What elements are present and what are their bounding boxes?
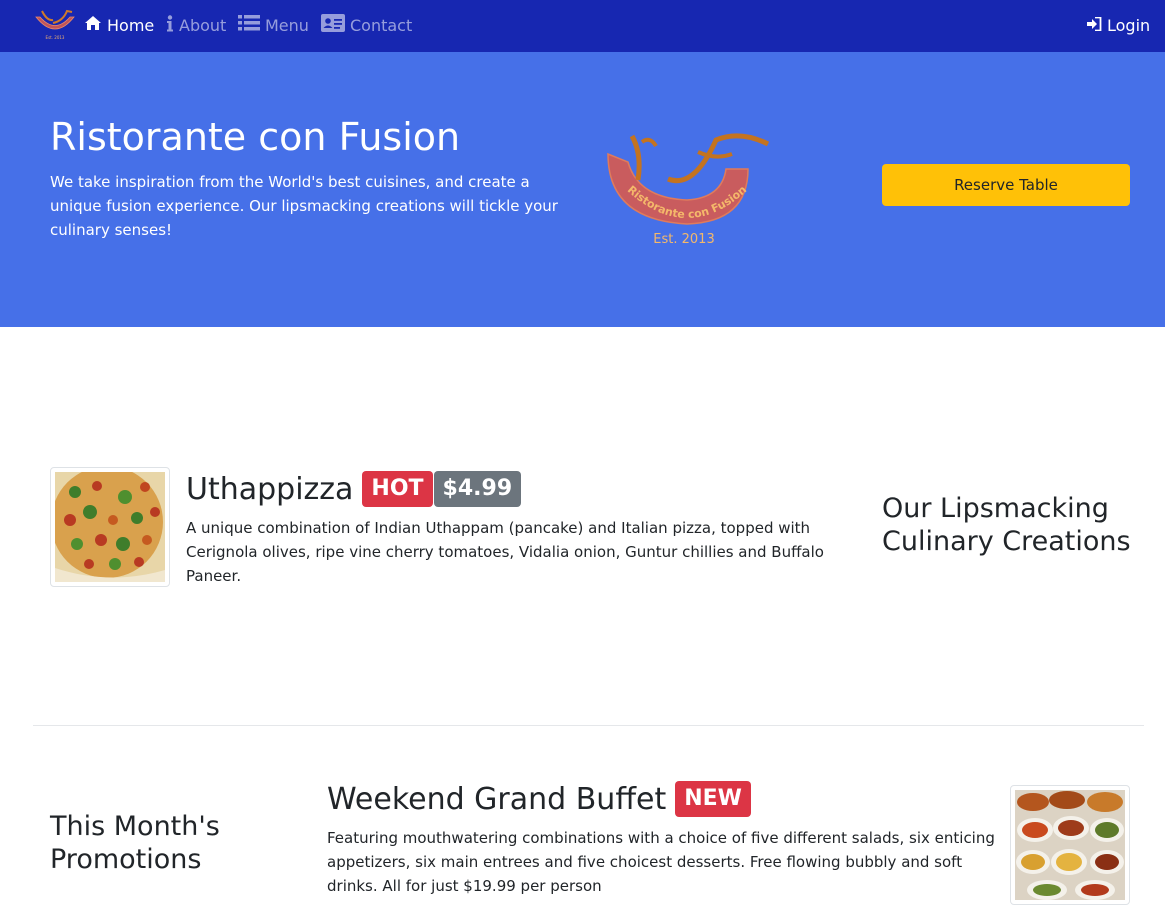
home-icon	[84, 15, 102, 35]
restaurant-logo: Ristorante con Fusion Est. 2013	[598, 124, 776, 249]
nav-home-label: Home	[107, 15, 155, 35]
nav-menu-link[interactable]: Menu	[238, 13, 309, 37]
restaurant-tagline: We take inspiration from the World's bes…	[50, 173, 558, 239]
dish-title-row: Uthappizza HOT $4.99	[186, 470, 522, 508]
hot-badge: HOT	[362, 471, 433, 507]
promotion-image	[1010, 785, 1130, 905]
list-icon	[238, 15, 260, 35]
nav-contact-link[interactable]: Contact	[321, 13, 412, 37]
new-badge: NEW	[675, 781, 751, 817]
address-card-icon	[321, 14, 345, 36]
sign-in-icon	[1087, 16, 1102, 35]
nav-menu-label: Menu	[265, 15, 309, 35]
reserve-table-button[interactable]: Reserve Table	[882, 164, 1130, 206]
login-label: Login	[1107, 15, 1151, 35]
dish-name: Uthappizza	[186, 471, 354, 507]
nav-about-label: About	[179, 15, 227, 35]
jumbotron: Ristorante con Fusion We take inspiratio…	[0, 52, 1165, 327]
dish-image	[50, 466, 170, 587]
svg-text:Est. 2013: Est. 2013	[46, 35, 65, 40]
nav-home-link[interactable]: Home	[84, 13, 154, 37]
nav-about-link[interactable]: About	[166, 13, 226, 37]
login-link[interactable]: Login	[1087, 13, 1150, 37]
restaurant-title: Ristorante con Fusion	[50, 115, 461, 159]
promotion-title-row: Weekend Grand Buffet NEW	[327, 780, 751, 818]
price-badge: $4.99	[433, 471, 522, 507]
nav-contact-label: Contact	[350, 15, 413, 35]
navbar: Est. 2013 Home About Menu Contact Login	[0, 0, 1165, 52]
info-icon	[166, 14, 174, 36]
promotion-name: Weekend Grand Buffet	[327, 781, 667, 817]
promotion-description: Featuring mouthwatering combinations wit…	[327, 829, 995, 895]
svg-text:Est. 2013: Est. 2013	[653, 232, 714, 247]
promotions-heading: This Month's Promotions	[50, 811, 220, 875]
brand-logo[interactable]: Est. 2013	[33, 7, 77, 41]
section-divider	[33, 725, 1144, 726]
creations-heading: Our Lipsmacking Culinary Creations	[882, 493, 1131, 557]
dish-description: A unique combination of Indian Uthappam …	[186, 519, 824, 585]
